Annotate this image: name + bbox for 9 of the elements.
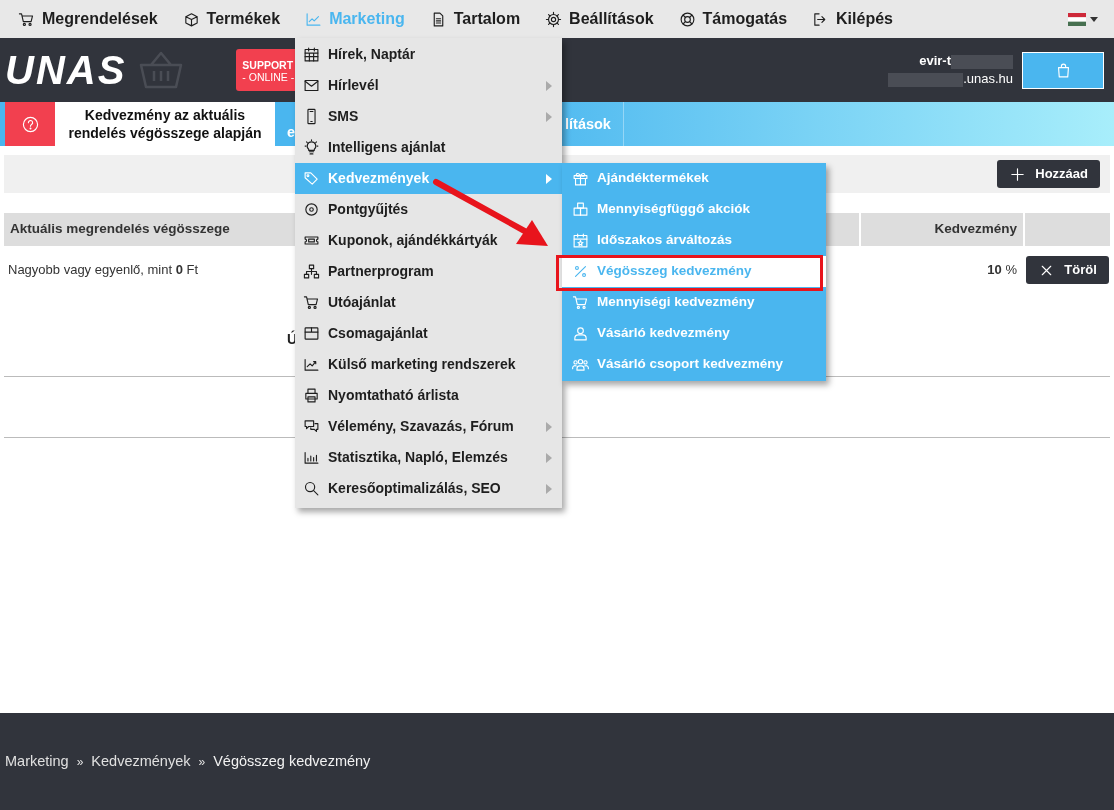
column-header: Kedvezmény [861, 213, 1023, 246]
shop-domain: .unas.hu [963, 71, 1013, 86]
breadcrumb-separator: » [76, 753, 84, 771]
logo: UNAS [5, 50, 127, 90]
username: evir-t [919, 53, 951, 69]
breadcrumb-separator: » [198, 753, 206, 771]
breadcrumb-current: Végösszeg kedvezmény [213, 751, 371, 771]
table-cell-text: 10 % [987, 261, 1017, 280]
table-cell: Nagyobb vagy egyenlő, mint 0 Ft [8, 262, 199, 278]
